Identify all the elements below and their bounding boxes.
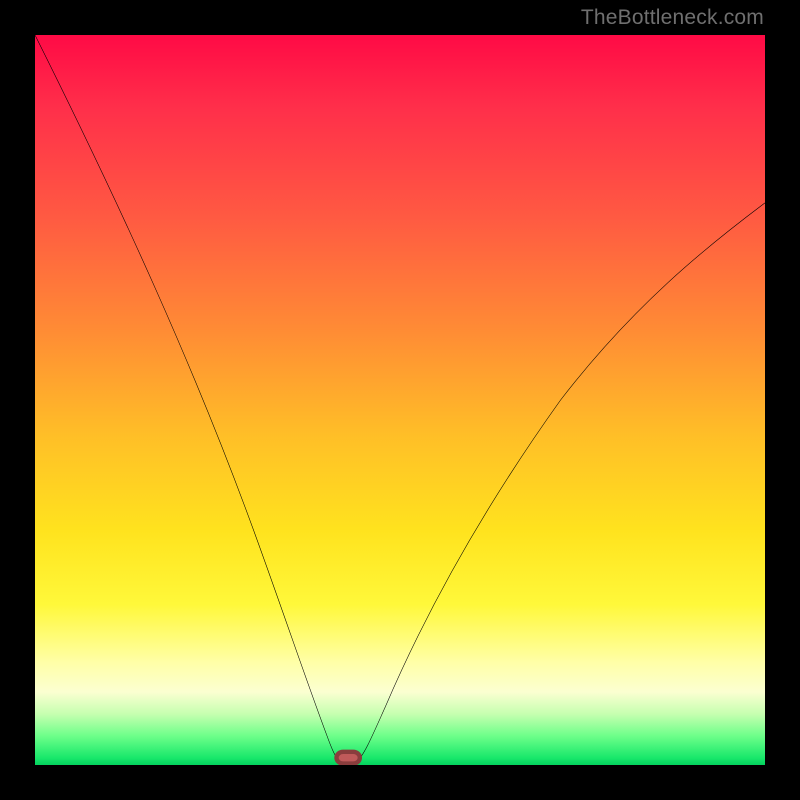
chart-frame: TheBottleneck.com [0, 0, 800, 800]
optimal-marker [336, 752, 359, 764]
watermark-text: TheBottleneck.com [581, 6, 764, 30]
bottleneck-curve [35, 35, 765, 762]
curve-layer [35, 35, 765, 765]
plot-area [35, 35, 765, 765]
